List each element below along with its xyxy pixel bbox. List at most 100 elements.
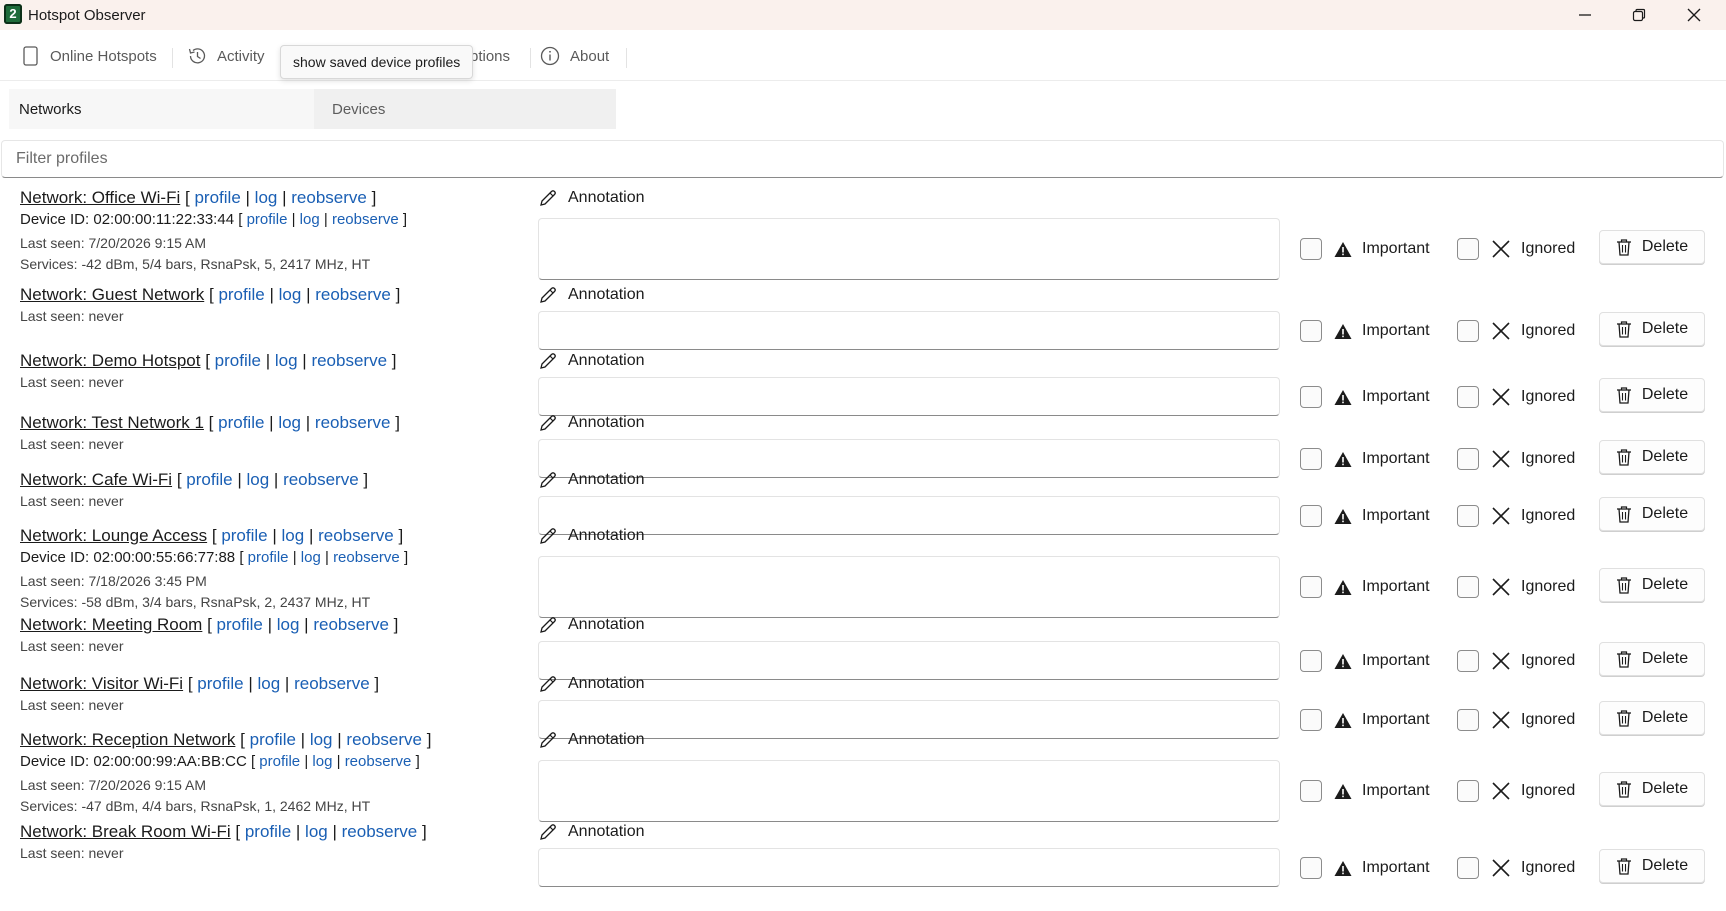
annotation-input[interactable]	[538, 556, 1280, 618]
annotation-input[interactable]	[538, 496, 1280, 535]
ignored-checkbox[interactable]	[1457, 650, 1479, 672]
network-log-link[interactable]: log	[246, 470, 269, 489]
delete-button[interactable]: Delete	[1599, 642, 1705, 676]
network-profile-link[interactable]: profile	[186, 470, 232, 489]
ignored-checkbox[interactable]	[1457, 238, 1479, 260]
important-checkbox[interactable]	[1300, 238, 1322, 260]
network-name-link[interactable]: Network: Visitor Wi-Fi	[20, 674, 183, 693]
important-checkbox[interactable]	[1300, 386, 1322, 408]
network-reobserve-link[interactable]: reobserve	[318, 526, 394, 545]
network-profile-link[interactable]: profile	[217, 615, 263, 634]
device-profile-link[interactable]: profile	[248, 549, 289, 566]
annotation-input[interactable]	[538, 760, 1280, 822]
ignored-checkbox[interactable]	[1457, 386, 1479, 408]
network-profile-link[interactable]: profile	[197, 674, 243, 693]
device-reobserve-link[interactable]: reobserve	[345, 753, 412, 770]
network-log-link[interactable]: log	[258, 674, 281, 693]
network-log-link[interactable]: log	[282, 526, 305, 545]
annotation-input[interactable]	[538, 218, 1280, 280]
important-checkbox[interactable]	[1300, 709, 1322, 731]
device-reobserve-link[interactable]: reobserve	[332, 211, 399, 228]
menu-activity[interactable]: Activity	[187, 44, 265, 68]
device-log-link[interactable]: log	[312, 753, 332, 770]
ignored-checkbox[interactable]	[1457, 448, 1479, 470]
delete-button[interactable]: Delete	[1599, 312, 1705, 346]
important-checkbox[interactable]	[1300, 857, 1322, 879]
network-name-link[interactable]: Network: Lounge Access	[20, 526, 207, 545]
maximize-button[interactable]	[1617, 0, 1661, 30]
network-name-link[interactable]: Network: Test Network 1	[20, 413, 204, 432]
device-log-link[interactable]: log	[301, 549, 321, 566]
important-checkbox[interactable]	[1300, 780, 1322, 802]
delete-button[interactable]: Delete	[1599, 378, 1705, 412]
menu-options[interactable]: ptions	[470, 44, 510, 68]
tab-networks[interactable]: Networks	[9, 89, 314, 129]
menu-online-hotspots[interactable]: Online Hotspots	[22, 44, 157, 68]
delete-button[interactable]: Delete	[1599, 568, 1705, 602]
device-profile-link[interactable]: profile	[259, 753, 300, 770]
important-checkbox[interactable]	[1300, 320, 1322, 342]
network-reobserve-link[interactable]: reobserve	[315, 413, 391, 432]
network-reobserve-link[interactable]: reobserve	[342, 822, 418, 841]
device-log-link[interactable]: log	[300, 211, 320, 228]
network-profile-link[interactable]: profile	[194, 188, 240, 207]
annotation-input[interactable]	[538, 311, 1280, 350]
network-log-link[interactable]: log	[305, 822, 328, 841]
delete-button[interactable]: Delete	[1599, 230, 1705, 264]
close-button[interactable]	[1672, 0, 1716, 30]
annotation-input[interactable]	[538, 377, 1280, 416]
network-profile-link[interactable]: profile	[221, 526, 267, 545]
filter-profiles-input[interactable]	[1, 140, 1724, 178]
annotation-input[interactable]	[538, 848, 1280, 887]
important-checkbox[interactable]	[1300, 505, 1322, 527]
ignored-checkbox[interactable]	[1457, 576, 1479, 598]
network-name-link[interactable]: Network: Reception Network	[20, 730, 235, 749]
network-profile-link[interactable]: profile	[218, 413, 264, 432]
important-checkbox[interactable]	[1300, 448, 1322, 470]
network-profile-link[interactable]: profile	[215, 351, 261, 370]
delete-button[interactable]: Delete	[1599, 440, 1705, 474]
network-log-link[interactable]: log	[310, 730, 333, 749]
network-reobserve-link[interactable]: reobserve	[311, 351, 387, 370]
network-reobserve-link[interactable]: reobserve	[346, 730, 422, 749]
delete-button[interactable]: Delete	[1599, 497, 1705, 531]
ignored-checkbox[interactable]	[1457, 709, 1479, 731]
network-name-link[interactable]: Network: Office Wi-Fi	[20, 188, 180, 207]
network-profile-link[interactable]: profile	[245, 822, 291, 841]
network-reobserve-link[interactable]: reobserve	[315, 285, 391, 304]
network-log-link[interactable]: log	[279, 285, 302, 304]
delete-button[interactable]: Delete	[1599, 701, 1705, 735]
ignored-checkbox[interactable]	[1457, 505, 1479, 527]
network-log-link[interactable]: log	[255, 188, 278, 207]
device-profile-link[interactable]: profile	[247, 211, 288, 228]
network-name-link[interactable]: Network: Meeting Room	[20, 615, 202, 634]
network-reobserve-link[interactable]: reobserve	[294, 674, 370, 693]
delete-button[interactable]: Delete	[1599, 849, 1705, 883]
important-checkbox[interactable]	[1300, 576, 1322, 598]
network-reobserve-link[interactable]: reobserve	[291, 188, 367, 207]
tooltip: show saved device profiles	[280, 45, 474, 79]
network-log-link[interactable]: log	[278, 413, 301, 432]
network-log-link[interactable]: log	[275, 351, 298, 370]
ignored-checkbox[interactable]	[1457, 320, 1479, 342]
network-reobserve-link[interactable]: reobserve	[283, 470, 359, 489]
menu-about[interactable]: About	[540, 44, 609, 68]
network-name-link[interactable]: Network: Demo Hotspot	[20, 351, 200, 370]
network-reobserve-link[interactable]: reobserve	[313, 615, 389, 634]
network-name-link[interactable]: Network: Cafe Wi-Fi	[20, 470, 172, 489]
tab-devices[interactable]: Devices	[314, 89, 616, 129]
annotation-input[interactable]	[538, 641, 1280, 680]
ignored-checkbox[interactable]	[1457, 857, 1479, 879]
ignored-checkbox[interactable]	[1457, 780, 1479, 802]
important-checkbox[interactable]	[1300, 650, 1322, 672]
network-profile-link[interactable]: profile	[250, 730, 296, 749]
delete-button[interactable]: Delete	[1599, 772, 1705, 806]
network-profile-link[interactable]: profile	[218, 285, 264, 304]
network-name-link[interactable]: Network: Guest Network	[20, 285, 204, 304]
network-name-link[interactable]: Network: Break Room Wi-Fi	[20, 822, 231, 841]
minimize-button[interactable]	[1563, 0, 1607, 30]
network-log-link[interactable]: log	[277, 615, 300, 634]
annotation-input[interactable]	[538, 700, 1280, 739]
annotation-input[interactable]	[538, 439, 1280, 478]
device-reobserve-link[interactable]: reobserve	[333, 549, 400, 566]
